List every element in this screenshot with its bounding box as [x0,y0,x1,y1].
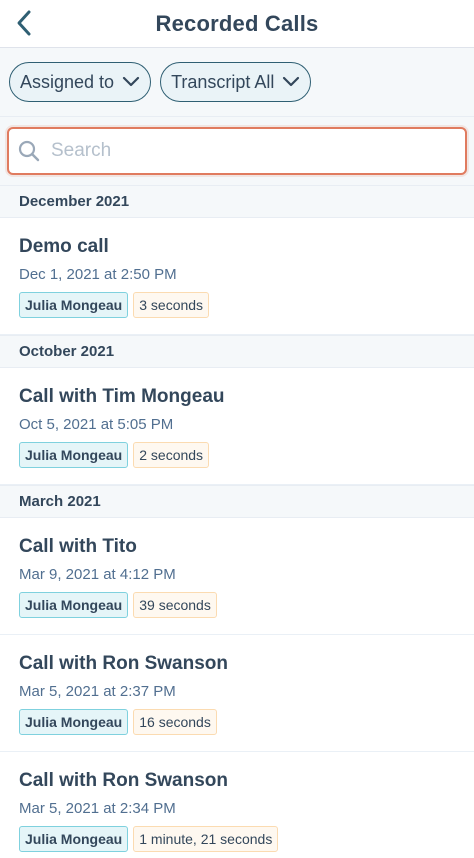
call-list-item[interactable]: Call with Ron Swanson Mar 5, 2021 at 2:3… [0,635,474,752]
assigned-to-filter[interactable]: Assigned to [9,62,152,102]
duration-tag: 3 seconds [133,292,210,318]
duration-tag: 39 seconds [133,592,217,618]
call-tags: Julia Mongeau 39 seconds [19,592,455,618]
assignee-tag: Julia Mongeau [19,826,129,852]
call-tags: Julia Mongeau 1 minute, 21 seconds [19,826,455,852]
call-date: Dec 1, 2021 at 2:50 PM [19,266,177,283]
recorded-calls-screen: Recorded Calls Assigned to Transcript Al… [0,0,474,858]
call-list-item[interactable]: Call with Tim Mongeau Oct 5, 2021 at 5:0… [0,368,474,485]
assigned-to-filter-label: Assigned to [20,71,115,92]
section-header-march-2021: March 2021 [0,485,474,518]
assignee-tag: Julia Mongeau [19,592,129,618]
call-date: Mar 5, 2021 at 2:37 PM [19,683,176,700]
call-title: Call with Tito [19,536,137,557]
filter-bar: Assigned to Transcript All [0,48,474,117]
section-header-december-2021: December 2021 [0,185,474,218]
search-input[interactable] [51,140,451,162]
call-date: Oct 5, 2021 at 5:05 PM [19,416,174,433]
search-area [0,117,474,185]
call-list-item[interactable]: Call with Ron Swanson Mar 5, 2021 at 2:3… [0,752,474,858]
call-tags: Julia Mongeau 3 seconds [19,292,455,318]
duration-tag: 2 seconds [133,442,210,468]
call-list-item[interactable]: Call with Tito Mar 9, 2021 at 4:12 PM Ju… [0,518,474,635]
chevron-down-icon [282,76,300,88]
page-title: Recorded Calls [155,10,319,36]
call-title: Call with Tim Mongeau [19,386,225,407]
section-title: March 2021 [19,493,101,510]
call-tags: Julia Mongeau 2 seconds [19,442,455,468]
assignee-tag: Julia Mongeau [19,292,129,318]
call-title: Call with Ron Swanson [19,653,229,674]
section-title: December 2021 [19,193,130,210]
call-title: Call with Ron Swanson [19,770,229,791]
chevron-left-icon [17,10,31,36]
search-icon [18,140,40,162]
chevron-down-icon [122,76,140,88]
call-date: Mar 5, 2021 at 2:34 PM [19,800,176,817]
duration-tag: 1 minute, 21 seconds [133,826,279,852]
top-nav-bar: Recorded Calls [0,0,474,48]
search-box[interactable] [7,127,467,175]
assignee-tag: Julia Mongeau [19,442,129,468]
assignee-tag: Julia Mongeau [19,709,129,735]
duration-tag: 16 seconds [133,709,217,735]
call-title: Demo call [19,236,109,257]
back-button[interactable] [6,4,42,42]
section-header-october-2021: October 2021 [0,335,474,368]
transcript-filter-label: Transcript All [171,71,275,92]
call-tags: Julia Mongeau 16 seconds [19,709,455,735]
call-date: Mar 9, 2021 at 4:12 PM [19,566,176,583]
call-list-item[interactable]: Demo call Dec 1, 2021 at 2:50 PM Julia M… [0,218,474,335]
section-title: October 2021 [19,343,115,360]
transcript-filter[interactable]: Transcript All [160,62,312,102]
